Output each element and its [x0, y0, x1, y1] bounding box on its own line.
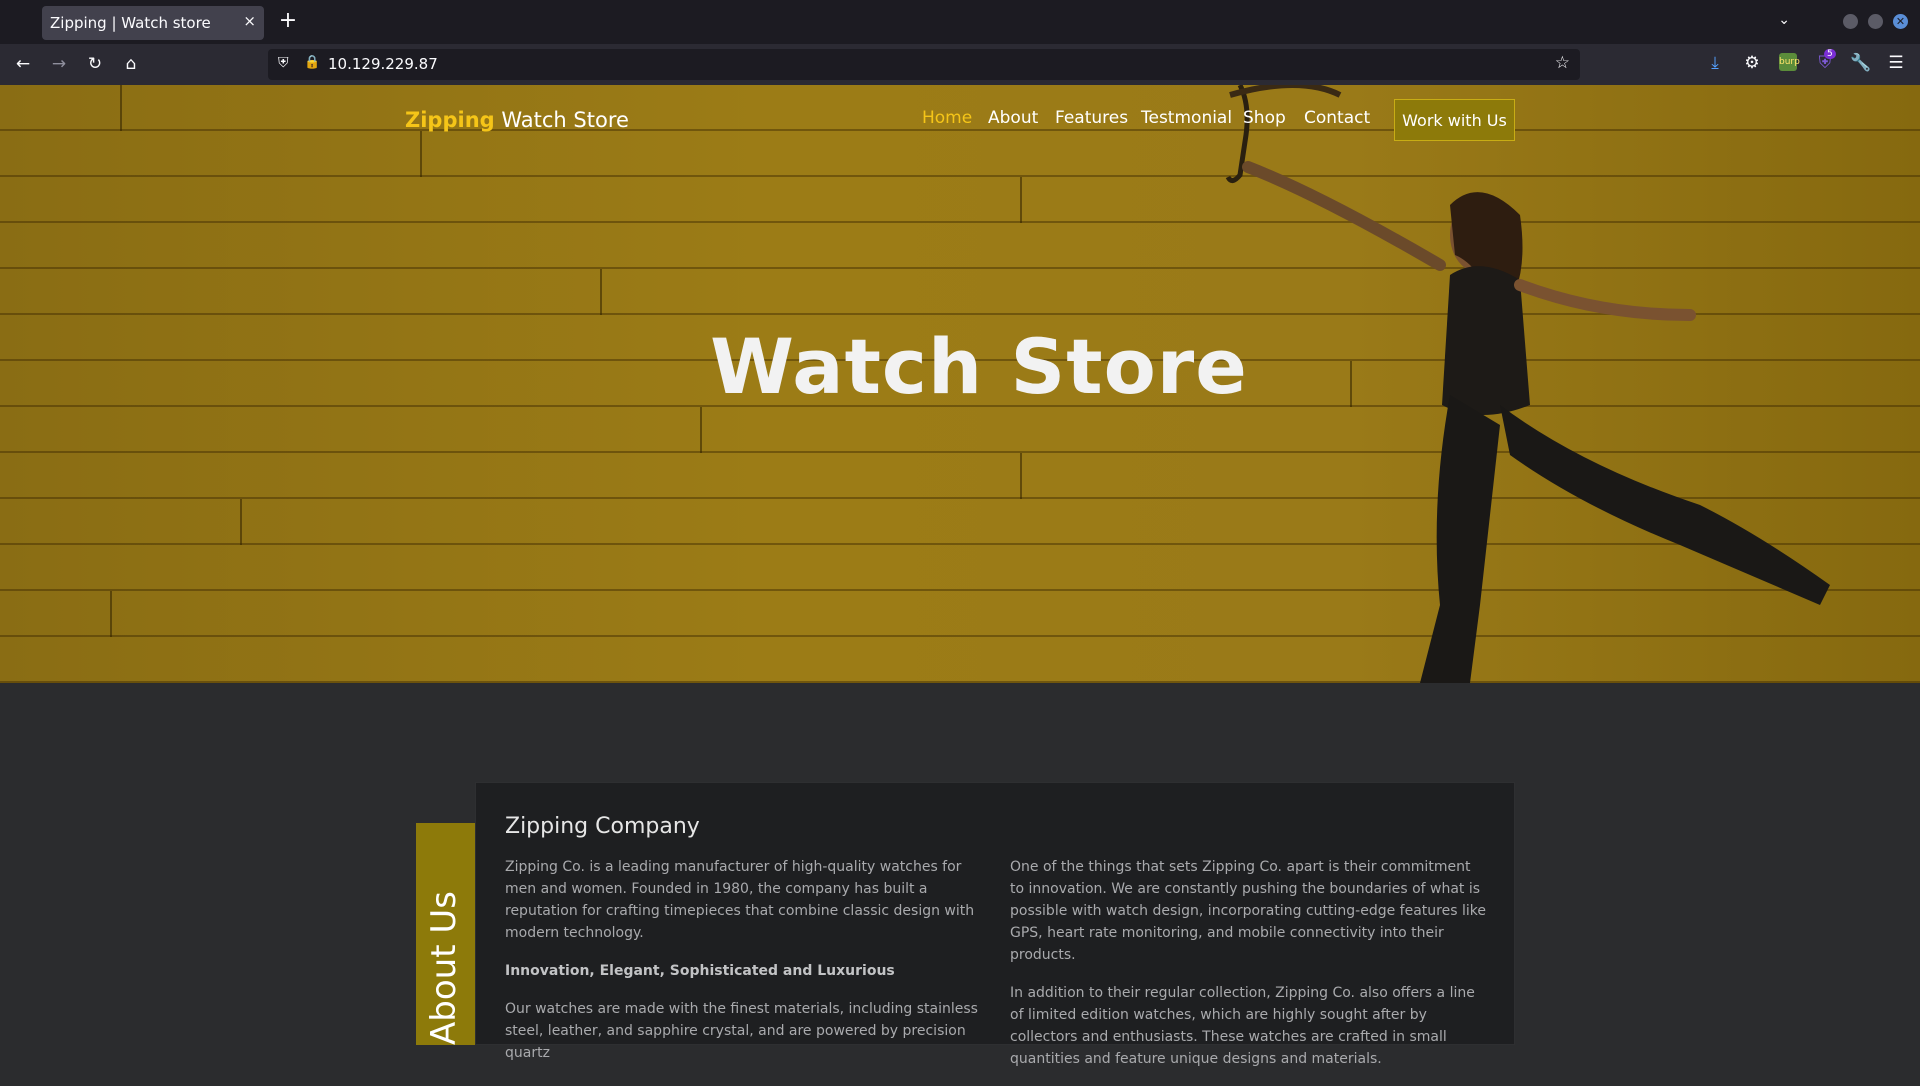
brand-text: Watch Store: [494, 108, 629, 132]
nav-features-link[interactable]: Features: [1055, 108, 1128, 128]
about-left-column: Zipping Co. is a leading manufacturer of…: [505, 856, 981, 1080]
wall-plank-seam: [1020, 453, 1022, 499]
about-paragraph: Our watches are made with the finest mat…: [505, 1001, 978, 1061]
wall-plank-seam: [120, 85, 122, 131]
wall-plank-seam: [700, 407, 702, 453]
wall-plank-seam: [1020, 177, 1022, 223]
hero-title: Watch Store: [710, 322, 1248, 411]
extension-badge: 5: [1824, 49, 1836, 59]
about-card: Zipping Company Zipping Co. is a leading…: [475, 782, 1515, 1067]
address-bar[interactable]: ⛨ 🔒 10.129.229.87 ☆: [268, 49, 1580, 80]
wall-plank-seam: [600, 269, 602, 315]
about-us-side-tab: About Us: [416, 823, 475, 1045]
back-arrow-icon[interactable]: ←: [12, 54, 34, 74]
nav-testimonial-link[interactable]: Testmonial: [1141, 108, 1232, 128]
about-paragraph: Zipping Co. is a leading manufacturer of…: [505, 859, 975, 941]
nav-home-link[interactable]: Home: [922, 108, 972, 128]
wall-plank-seam: [110, 591, 112, 637]
work-with-us-button[interactable]: Work with Us: [1394, 99, 1515, 141]
hamburger-menu-icon[interactable]: ☰: [1885, 53, 1907, 73]
browser-tab[interactable]: Zipping | Watch store ×: [42, 6, 264, 40]
home-icon[interactable]: ⌂: [120, 54, 142, 74]
wall-plank-seam: [420, 131, 422, 177]
extensions-puzzle-icon[interactable]: ⚙: [1741, 53, 1763, 73]
url-text[interactable]: 10.129.229.87: [328, 55, 438, 73]
company-heading: Zipping Company: [505, 814, 700, 839]
forward-arrow-icon[interactable]: →: [48, 54, 70, 74]
nav-contact-link[interactable]: Contact: [1304, 108, 1370, 128]
burp-extension-icon[interactable]: burp: [1779, 53, 1800, 71]
about-right-column: One of the things that sets Zipping Co. …: [1010, 856, 1486, 1086]
wall-plank-seam: [240, 499, 242, 545]
list-tabs-icon[interactable]: ⌄: [1778, 12, 1790, 28]
reload-icon[interactable]: ↻: [84, 54, 106, 74]
about-tagline: Innovation, Elegant, Sophisticated and L…: [505, 963, 895, 979]
nav-shop-link[interactable]: Shop: [1243, 108, 1286, 128]
download-icon[interactable]: ⤓: [1704, 53, 1726, 73]
tab-close-icon[interactable]: ×: [243, 12, 256, 30]
maximize-button[interactable]: [1868, 14, 1883, 29]
site-brand-logo[interactable]: Zipping Watch Store: [405, 108, 629, 132]
brand-highlight: Zipping: [405, 108, 495, 132]
close-window-button[interactable]: ✕: [1893, 14, 1908, 29]
bookmark-star-icon[interactable]: ☆: [1555, 53, 1570, 73]
about-paragraph: In addition to their regular collection,…: [1010, 985, 1475, 1067]
browser-nav-bar: ← → ↻ ⌂ ⛨ 🔒 10.129.229.87 ☆ ⤓ ⚙ burp ⛨ 5…: [0, 44, 1920, 85]
nav-about-link[interactable]: About: [988, 108, 1038, 128]
lock-icon[interactable]: 🔒: [304, 55, 320, 70]
tab-title: Zipping | Watch store: [50, 14, 211, 32]
browser-tab-bar: Zipping | Watch store × + ⌄ ✕: [0, 0, 1920, 44]
minimize-button[interactable]: [1843, 14, 1858, 29]
window-controls: ✕: [1843, 14, 1908, 29]
tracking-shield-icon[interactable]: ⛨: [278, 55, 289, 71]
about-paragraph: One of the things that sets Zipping Co. …: [1010, 859, 1486, 963]
wrench-icon[interactable]: 🔧: [1850, 53, 1872, 73]
about-us-vertical-label: About Us: [424, 891, 464, 1045]
new-tab-button[interactable]: +: [276, 8, 300, 33]
